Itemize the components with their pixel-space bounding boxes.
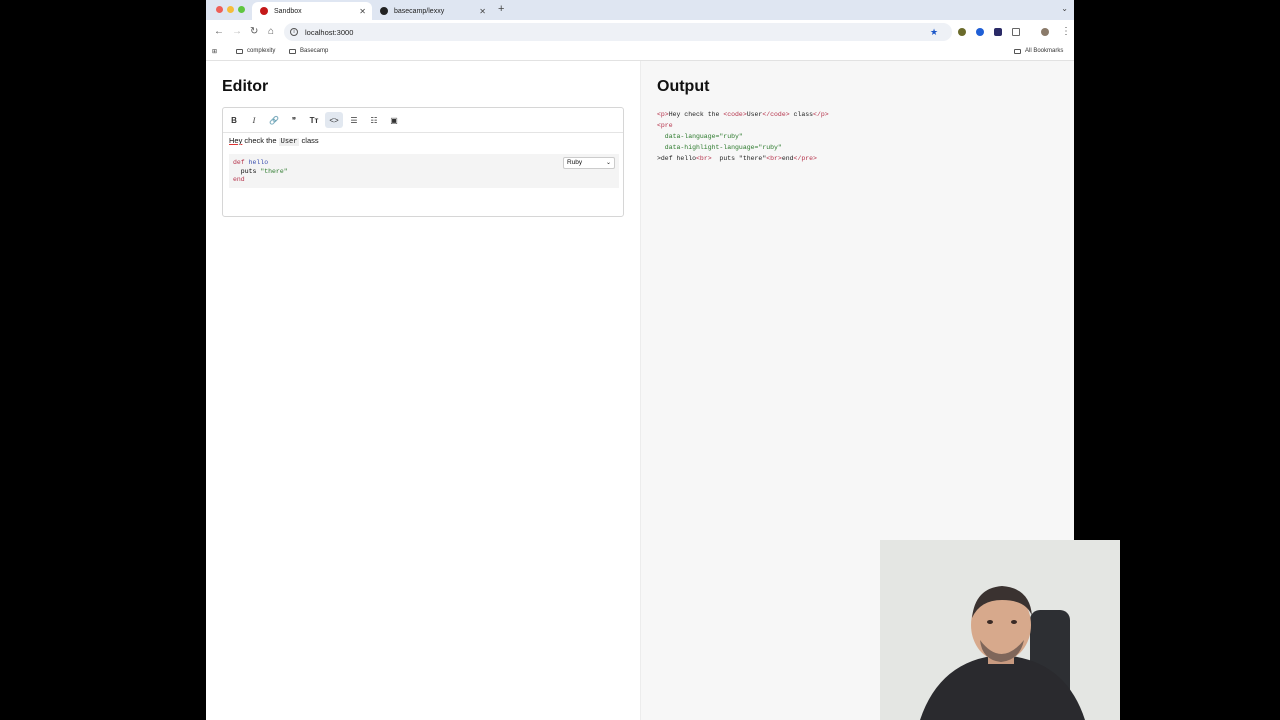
- minimize-window-button[interactable]: [227, 6, 234, 13]
- tab-strip: Sandbox ✕ basecamp/lexxy ✕ + ⌄: [206, 0, 1074, 20]
- editor-title: Editor: [222, 78, 269, 95]
- output-title: Output: [657, 78, 710, 95]
- bookmark-label: complexity: [247, 48, 276, 54]
- all-bookmarks[interactable]: All Bookmarks: [1014, 48, 1063, 54]
- folder-icon: [289, 48, 296, 54]
- code-token: hello: [244, 159, 269, 166]
- browser-menu-icon[interactable]: ⋮: [1061, 26, 1071, 37]
- bookmarks-bar: ⊞ complexity Basecamp All Bookmarks: [206, 44, 1074, 61]
- html-text: puts "there": [711, 155, 767, 162]
- paragraph-text: class: [299, 136, 319, 145]
- misspelled-word: Hey: [229, 136, 243, 145]
- paragraph-text: check the: [242, 136, 279, 145]
- code-block[interactable]: def hello puts "there" end Ruby ⌄: [229, 154, 619, 188]
- tab-search-chevron-icon[interactable]: ⌄: [1061, 4, 1068, 13]
- link-icon[interactable]: 🔗: [265, 112, 283, 128]
- new-tab-button[interactable]: +: [498, 3, 504, 15]
- html-text: end: [781, 155, 794, 162]
- code-token: puts: [233, 167, 261, 175]
- tab-label: Sandbox: [274, 7, 302, 15]
- bullet-list-icon[interactable]: ☰: [345, 112, 363, 128]
- inline-code: User: [278, 138, 300, 146]
- heading-icon[interactable]: Tт: [305, 112, 323, 128]
- reload-icon[interactable]: ↻: [250, 26, 258, 37]
- profile-avatar[interactable]: [1041, 28, 1049, 36]
- extensions-puzzle-icon[interactable]: [1012, 28, 1020, 36]
- folder-icon: [1014, 48, 1021, 54]
- bookmark-complexity[interactable]: complexity: [236, 48, 275, 54]
- github-favicon-icon: [380, 7, 388, 15]
- all-bookmarks-label: All Bookmarks: [1025, 48, 1064, 54]
- italic-button[interactable]: I: [245, 112, 263, 128]
- html-tag: <code>: [723, 111, 747, 118]
- chevron-down-icon: ⌄: [605, 160, 611, 166]
- back-arrow-icon[interactable]: ←: [214, 26, 224, 37]
- forward-arrow-icon[interactable]: →: [232, 26, 242, 37]
- code-token: def: [233, 159, 245, 166]
- html-text: >def hello: [657, 155, 697, 162]
- html-tag: <pre: [657, 122, 673, 129]
- extension-icon[interactable]: [976, 28, 984, 36]
- close-tab-icon[interactable]: ✕: [479, 7, 486, 16]
- html-tag: </pre>: [793, 155, 817, 162]
- html-tag: <p>: [657, 111, 669, 118]
- output-html: <p>Hey check the <code>User</code> class…: [657, 109, 829, 164]
- html-attribute: data-language="ruby": [657, 133, 743, 140]
- tab-basecamp-lexxy[interactable]: basecamp/lexxy ✕: [372, 2, 492, 20]
- rich-text-editor[interactable]: B I 🔗 ❞ Tт <> ☰ ☷ ▣ Hey check the User c…: [222, 107, 624, 217]
- html-text: User: [746, 111, 763, 118]
- editor-toolbar: B I 🔗 ❞ Tт <> ☰ ☷ ▣: [223, 108, 623, 133]
- webcam-overlay: [880, 540, 1120, 720]
- code-token: end: [233, 176, 245, 183]
- quote-icon[interactable]: ❞: [285, 112, 303, 128]
- address-bar[interactable]: i localhost:3000: [284, 23, 952, 41]
- html-tag: <br>: [766, 155, 782, 162]
- home-icon[interactable]: ⌂: [268, 26, 274, 37]
- sandbox-favicon-icon: [260, 7, 268, 15]
- presenter-video: [880, 540, 1120, 720]
- bold-button[interactable]: B: [225, 112, 243, 128]
- browser-toolbar: ← → ↻ ⌂ i localhost:3000 ★ ⋮: [206, 20, 1074, 44]
- close-tab-icon[interactable]: ✕: [359, 7, 366, 16]
- editor-paragraph[interactable]: Hey check the User class: [229, 136, 319, 146]
- html-text: Hey check the: [668, 111, 724, 118]
- zoom-window-button[interactable]: [238, 6, 245, 13]
- tab-label: basecamp/lexxy: [394, 7, 445, 15]
- code-token: "there": [260, 167, 288, 175]
- url-text: localhost:3000: [305, 27, 354, 37]
- bookmark-star-icon[interactable]: ★: [930, 27, 938, 38]
- html-tag: <br>: [696, 155, 712, 162]
- extension-icon[interactable]: [958, 28, 966, 36]
- html-attribute: data-highlight-language="ruby": [657, 144, 782, 151]
- bookmark-basecamp[interactable]: Basecamp: [289, 48, 328, 54]
- language-select[interactable]: Ruby ⌄: [563, 157, 615, 169]
- numbered-list-icon[interactable]: ☷: [365, 112, 383, 128]
- image-icon[interactable]: ▣: [385, 112, 403, 128]
- html-tag: </p>: [813, 111, 829, 118]
- folder-icon: [236, 48, 243, 54]
- site-info-icon[interactable]: i: [290, 28, 298, 36]
- extension-icon[interactable]: [994, 28, 1002, 36]
- html-tag: </code>: [762, 111, 790, 118]
- html-text: class: [789, 111, 814, 118]
- close-window-button[interactable]: [216, 6, 223, 13]
- code-icon[interactable]: <>: [325, 112, 343, 128]
- language-select-value: Ruby: [567, 158, 583, 166]
- bookmark-label: Basecamp: [300, 48, 329, 54]
- editor-pane: Editor B I 🔗 ❞ Tт <> ☰ ☷ ▣ Hey check the…: [206, 61, 640, 720]
- apps-grid-icon[interactable]: ⊞: [212, 48, 217, 55]
- tab-sandbox[interactable]: Sandbox ✕: [252, 2, 372, 20]
